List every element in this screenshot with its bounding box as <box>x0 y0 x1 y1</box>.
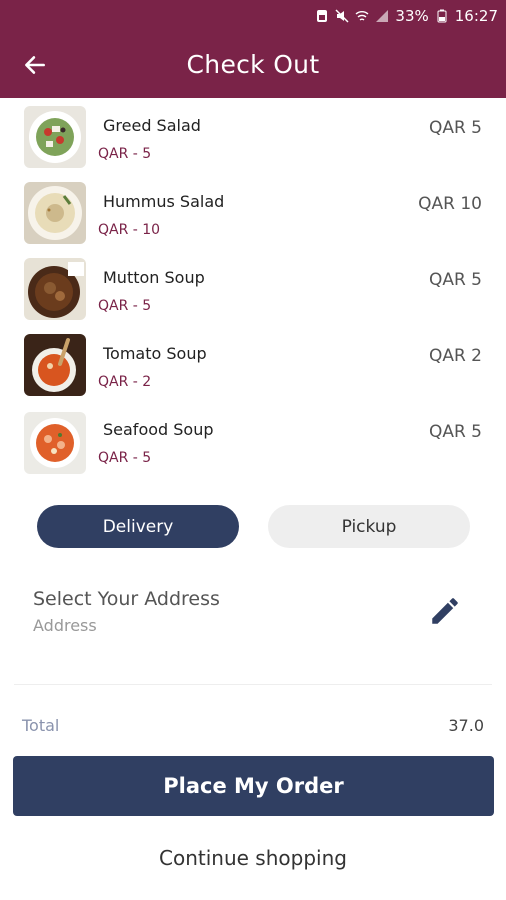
address-placeholder[interactable]: Address <box>33 616 97 635</box>
sim-icon <box>317 10 328 22</box>
item-name: Mutton Soup <box>103 268 205 287</box>
cart-item[interactable]: Hummus Salad QAR - 10 QAR 10 <box>0 174 506 250</box>
battery-icon <box>437 9 447 23</box>
tomato-soup-image <box>24 334 86 396</box>
page-title: Check Out <box>186 50 320 79</box>
total-value: 37.0 <box>448 716 484 735</box>
mutton-soup-image <box>24 258 86 320</box>
cart-item[interactable]: Greed Salad QAR - 5 QAR 5 <box>0 98 506 174</box>
place-order-button[interactable]: Place My Order <box>13 756 494 816</box>
address-heading[interactable]: Select Your Address <box>33 588 220 610</box>
item-unit-price: QAR - 5 <box>98 450 152 466</box>
item-unit-price: QAR - 10 <box>98 222 161 238</box>
mute-icon <box>335 9 349 23</box>
cart-item[interactable]: Seafood Soup QAR - 5 QAR 5 <box>0 402 506 478</box>
continue-shopping-link[interactable]: Continue shopping <box>0 846 506 870</box>
item-unit-price: QAR - 2 <box>98 374 152 390</box>
total-label: Total <box>22 716 60 735</box>
item-price: QAR 5 <box>428 270 482 290</box>
item-price: QAR 5 <box>428 118 482 138</box>
seafood-soup-image <box>24 412 86 474</box>
status-bar: 33% 16:27 <box>0 0 506 32</box>
clock: 16:27 <box>454 7 498 25</box>
greek-salad-image <box>24 106 86 168</box>
signal-icon <box>376 10 389 22</box>
item-unit-price: QAR - 5 <box>98 146 152 162</box>
delivery-option-button[interactable]: Delivery <box>37 505 239 548</box>
pickup-option-button[interactable]: Pickup <box>268 505 470 548</box>
item-name: Seafood Soup <box>103 420 214 439</box>
hummus-image <box>24 182 86 244</box>
item-name: Greed Salad <box>103 116 201 135</box>
battery-percent: 33% <box>395 7 429 25</box>
item-name: Tomato Soup <box>103 344 207 363</box>
item-price: QAR 5 <box>428 422 482 442</box>
item-unit-price: QAR - 5 <box>98 298 152 314</box>
wifi-icon <box>355 11 369 21</box>
cart-item[interactable]: Mutton Soup QAR - 5 QAR 5 <box>0 250 506 326</box>
cart-item[interactable]: Tomato Soup QAR - 2 QAR 2 <box>0 326 506 402</box>
divider <box>14 684 492 685</box>
item-price: QAR 2 <box>428 346 482 366</box>
app-bar: Check Out <box>0 32 506 98</box>
item-price: QAR 10 <box>418 194 482 214</box>
edit-pencil-icon[interactable] <box>428 594 462 628</box>
item-name: Hummus Salad <box>103 192 225 211</box>
